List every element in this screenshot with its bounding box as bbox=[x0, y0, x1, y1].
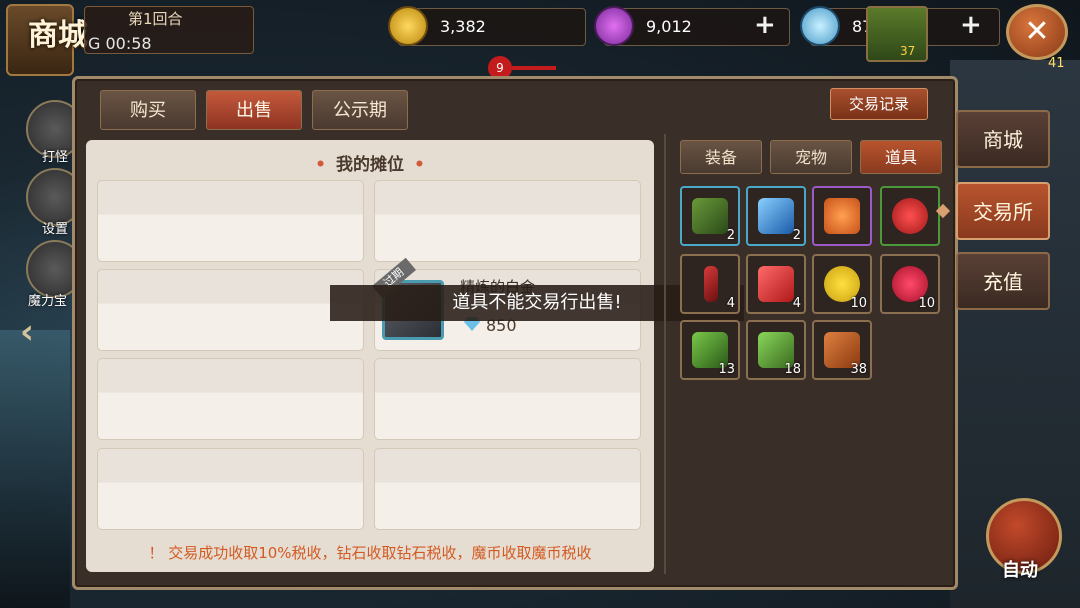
auto-battle-label: 自动 bbox=[1002, 560, 1038, 581]
purple-gem-amount: 9,012 bbox=[646, 17, 692, 36]
background-tower bbox=[0, 330, 70, 608]
item-count: 2 bbox=[792, 228, 801, 243]
red-bottle-icon bbox=[758, 266, 794, 302]
nav-store[interactable]: 商城 bbox=[956, 110, 1050, 168]
inventory-slot[interactable]: 13 bbox=[680, 320, 740, 380]
coin-amount: 3,382 bbox=[440, 17, 486, 36]
stall-slot[interactable] bbox=[374, 358, 641, 440]
red-potion-icon bbox=[892, 198, 928, 234]
add-purple-gem-button[interactable]: + bbox=[754, 12, 776, 38]
trade-record-button[interactable]: 交易记录 bbox=[830, 88, 928, 120]
tab-buy[interactable]: 购买 bbox=[100, 90, 196, 130]
item-count: 18 bbox=[784, 362, 801, 377]
stall-slot[interactable] bbox=[97, 358, 364, 440]
inventory-slot[interactable] bbox=[812, 186, 872, 246]
panel-divider bbox=[664, 134, 666, 574]
stall-title-dot: • bbox=[315, 155, 326, 175]
purple-gem-icon bbox=[594, 6, 634, 46]
item-count: 10 bbox=[850, 296, 867, 311]
page-title: 商城 bbox=[28, 18, 88, 53]
side-menu-label: 设置 bbox=[42, 222, 69, 237]
item-count: 13 bbox=[718, 362, 735, 377]
round-label: 第1回合 bbox=[128, 10, 183, 28]
inventory-slot[interactable]: 2 bbox=[746, 186, 806, 246]
tab-equipment[interactable]: 装备 bbox=[680, 140, 762, 174]
tax-notice: ！ 交易成功收取10%税收，钻石收取钻石税收，魔币收取魔币税收 bbox=[148, 544, 592, 562]
stall-slot[interactable] bbox=[97, 269, 364, 351]
hp-bar bbox=[512, 66, 556, 70]
nav-recharge[interactable]: 充值 bbox=[956, 252, 1050, 310]
red-vial-icon bbox=[704, 266, 718, 302]
blue-potion-icon bbox=[758, 198, 794, 234]
tab-public-period[interactable]: 公示期 bbox=[312, 90, 408, 130]
tab-sell[interactable]: 出售 bbox=[206, 90, 302, 130]
stall-slot[interactable] bbox=[97, 448, 364, 530]
gold-coin-icon bbox=[388, 6, 428, 46]
side-menu-label: 魔力宝 bbox=[28, 294, 68, 309]
stall-title-text: 我的摊位 bbox=[336, 155, 404, 175]
inventory-slot[interactable]: 4 bbox=[680, 254, 740, 314]
inventory-slot[interactable]: 10 bbox=[880, 254, 940, 314]
inventory-slot[interactable]: 38 bbox=[812, 320, 872, 380]
add-diamond-button[interactable]: + bbox=[960, 12, 982, 38]
item-count: 2 bbox=[726, 228, 735, 243]
item-count: 4 bbox=[792, 296, 801, 311]
stall-title-dot: • bbox=[414, 155, 425, 175]
tab-pets[interactable]: 宠物 bbox=[770, 140, 852, 174]
stall-title: • 我的摊位 • bbox=[86, 150, 654, 175]
item-count: 4 bbox=[726, 296, 735, 311]
item-count: 10 bbox=[918, 296, 935, 311]
stall-slot[interactable] bbox=[374, 448, 641, 530]
player-level: 41 bbox=[1048, 56, 1065, 71]
inventory-slot[interactable]: 2 bbox=[680, 186, 740, 246]
close-button[interactable]: ✕ bbox=[1006, 4, 1068, 60]
stall-slot[interactable] bbox=[97, 180, 364, 262]
nav-exchange[interactable]: 交易所 bbox=[956, 182, 1050, 240]
item-count: 38 bbox=[850, 362, 867, 377]
inventory-slot[interactable]: 18 bbox=[746, 320, 806, 380]
pet-level: 37 bbox=[900, 44, 916, 58]
monster-card-icon bbox=[692, 198, 728, 234]
pet-avatar[interactable] bbox=[866, 6, 928, 62]
round-timer: G 00:58 bbox=[88, 34, 152, 53]
inventory-slot[interactable]: 4 bbox=[746, 254, 806, 314]
side-menu-label: 打怪 bbox=[42, 150, 69, 165]
orange-slime-card-icon bbox=[824, 198, 860, 234]
inventory-slot[interactable]: 10 bbox=[812, 254, 872, 314]
stall-slot[interactable] bbox=[374, 180, 641, 262]
diamond-icon bbox=[800, 6, 840, 46]
chevron-left-icon[interactable]: ‹ bbox=[20, 312, 34, 352]
tab-items[interactable]: 道具 bbox=[860, 140, 942, 174]
inventory-slot[interactable] bbox=[880, 186, 940, 246]
